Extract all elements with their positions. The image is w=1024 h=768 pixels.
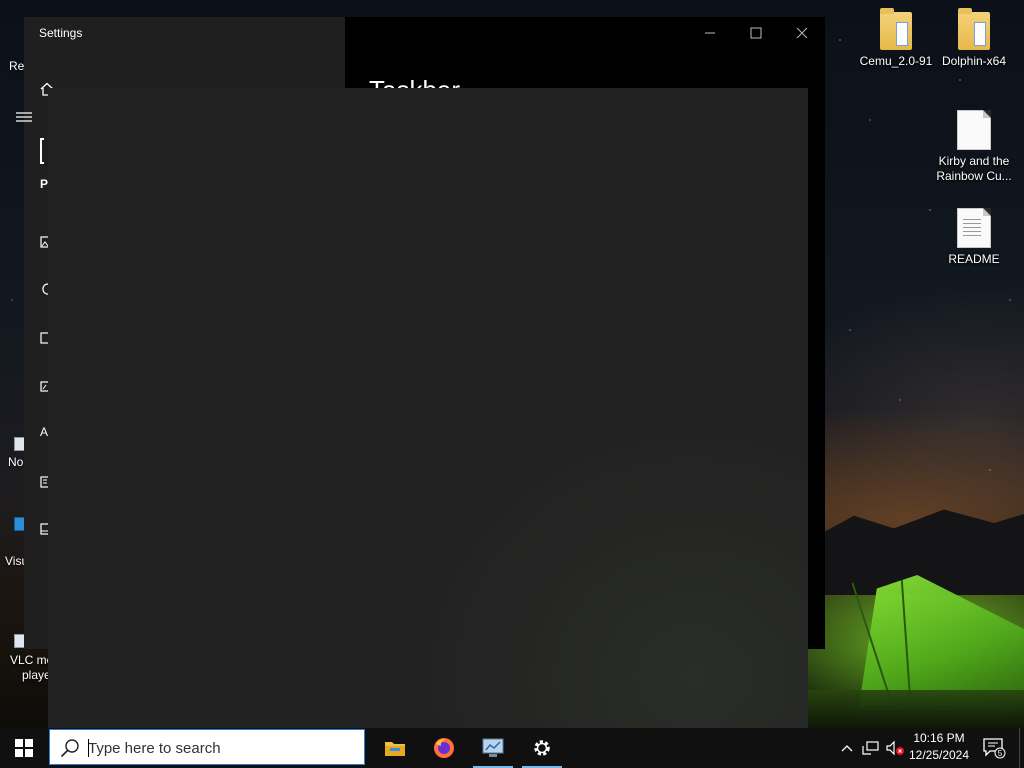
window-title: Settings [39,26,83,40]
maximize-button[interactable] [733,17,779,49]
network-tray-button[interactable] [860,728,882,768]
folder-icon [958,8,990,50]
hamburger-menu-icon[interactable] [16,110,32,124]
desktop-icon-dolphin[interactable]: Dolphin-x64 [934,8,1014,69]
show-desktop-button[interactable] [1019,728,1024,768]
notification-count: 5 [998,749,1003,758]
text-document-icon [957,208,991,248]
gear-icon [534,740,550,756]
desktop-icon-readme[interactable]: README [934,208,1014,267]
taskbar-settings[interactable] [518,728,566,768]
volume-muted-icon [886,740,904,756]
show-hidden-icons-button[interactable] [838,728,856,768]
loading-overlay [48,88,808,728]
desktop-icon-cemu[interactable]: Cemu_2.0-91 [856,8,936,69]
taskbar-firefox[interactable] [420,728,468,768]
control-panel-icon [482,738,504,757]
close-button[interactable] [779,17,825,49]
action-center-button[interactable]: 5 [978,728,1010,768]
notification-icon: 5 [983,738,1006,759]
volume-tray-button[interactable] [884,728,906,768]
notepad-label[interactable]: No [8,455,23,469]
windows-logo-icon [15,739,33,757]
file-explorer-icon [385,742,405,756]
clock-time: 10:16 PM [913,731,965,745]
search-settings-input[interactable] [40,138,44,164]
taskbar-clock[interactable]: 10:16 PM 12/25/2024 [904,730,974,766]
search-icon [60,739,79,758]
wallpaper-grass [808,690,1024,728]
desktop-icon-label: Kirby and the Rainbow Cu... [936,154,1012,183]
minimize-icon [705,32,715,34]
folder-icon [880,8,912,50]
text-caret [88,739,89,757]
firefox-icon [434,738,454,758]
chevron-up-icon [841,745,853,752]
desktop-icon-kirby[interactable]: Kirby and the Rainbow Cu... [934,110,1014,184]
desktop-icon-label: Dolphin-x64 [941,54,1007,68]
desktop-icon-label: Cemu_2.0-91 [859,54,933,68]
search-input[interactable] [88,736,348,760]
vlc-label-line1[interactable]: VLC me [10,653,53,667]
taskbar-search-box[interactable] [49,729,365,765]
vlc-label-line2[interactable]: playe [22,668,51,682]
recycle-bin-label[interactable]: Re [9,59,24,73]
minimize-button[interactable] [687,17,733,49]
start-button[interactable] [0,728,48,768]
taskbar: 10:16 PM 12/25/2024 5 [0,728,1024,768]
taskbar-file-explorer[interactable] [371,728,419,768]
taskbar-control-panel[interactable] [469,728,517,768]
maximize-icon [750,27,762,39]
desktop-icon-label: README [948,252,1000,266]
document-icon [957,110,991,150]
clock-date: 12/25/2024 [908,748,970,762]
network-icon [862,741,879,755]
close-icon [796,27,808,39]
